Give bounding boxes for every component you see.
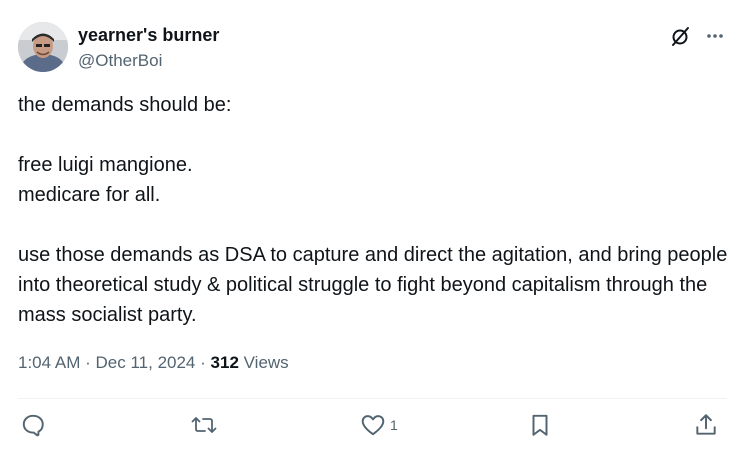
author-identity[interactable]: yearner's burner @OtherBoi [78,24,219,72]
reply-button[interactable] [20,412,46,438]
meta-separator: · [85,353,91,372]
tweet-line: use those demands as DSA to capture and … [18,244,728,326]
tweet-line: medicare for all. [18,184,161,206]
action-bar: 1 [20,412,725,444]
handle[interactable]: @OtherBoi [78,50,219,72]
like-count: 1 [390,417,398,433]
repost-button[interactable] [190,412,218,438]
meta-separator: · [200,353,206,372]
avatar[interactable] [18,22,68,72]
reply-icon [20,412,46,438]
share-button[interactable] [693,412,719,438]
heart-icon [360,412,386,438]
tweet-text: the demands should be: free luigi mangio… [18,90,733,330]
bookmark-icon [527,412,553,438]
divider [18,398,727,399]
views-count: 312 [210,353,239,372]
like-button[interactable]: 1 [360,412,398,438]
views-label: Views [243,353,289,372]
tweet-card: yearner's burner @OtherBoi the demands s… [0,0,745,457]
tweet-date[interactable]: Dec 11, 2024 [96,353,196,372]
tweet-time[interactable]: 1:04 AM [18,353,80,372]
tweet-line: the demands should be: [18,94,232,116]
tweet-line: free luigi mangione. [18,154,193,176]
tweet-header: yearner's burner @OtherBoi [18,22,727,74]
display-name[interactable]: yearner's burner [78,24,219,46]
more-icon[interactable] [705,26,725,46]
share-icon [693,412,719,438]
grok-icon[interactable] [669,24,693,48]
bookmark-button[interactable] [527,412,553,438]
tweet-meta: 1:04 AM · Dec 11, 2024 · 312 Views [18,352,289,374]
repost-icon [190,412,218,438]
header-actions [669,24,725,48]
